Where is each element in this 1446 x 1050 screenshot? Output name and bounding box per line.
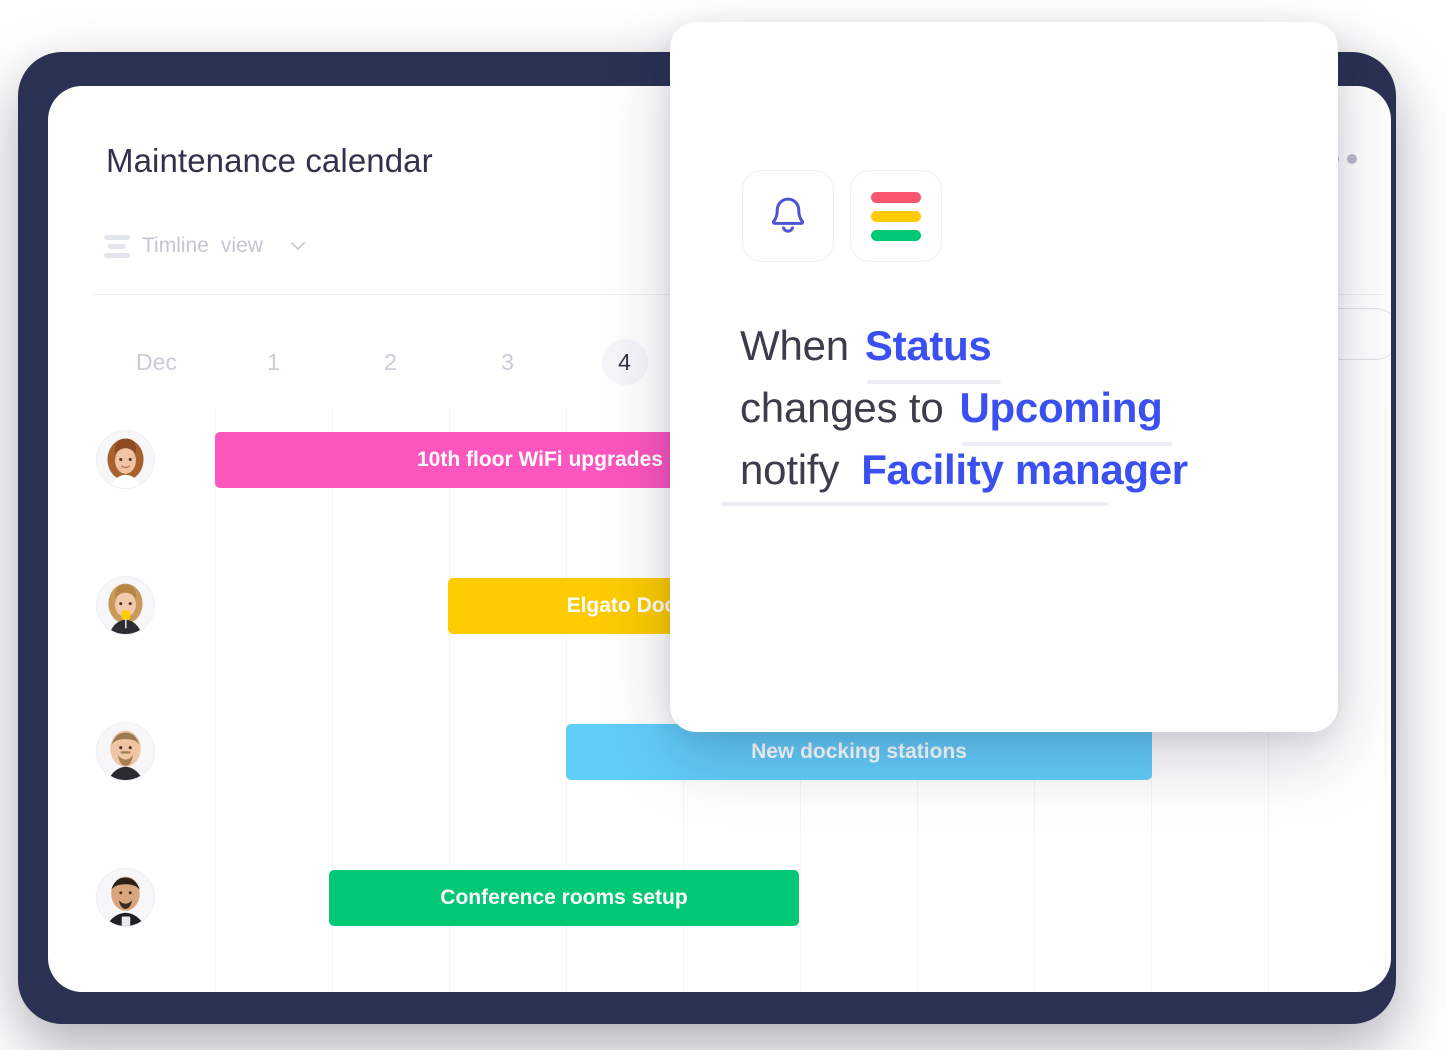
- date-label: 3: [501, 348, 514, 375]
- chevron-down-icon: [291, 242, 305, 250]
- avatar[interactable]: [96, 722, 155, 781]
- status-bars-button[interactable]: [850, 170, 942, 262]
- screenshot-stage: Maintenance calendar Timline view Dec 1: [0, 0, 1446, 1050]
- colored-bars-icon: [871, 191, 921, 241]
- date-cell-4-today[interactable]: 4: [566, 332, 683, 392]
- avatar-man-dark-shirt: [97, 869, 154, 926]
- date-cell-3[interactable]: 3: [449, 332, 566, 392]
- view-switcher-sublabel: view: [220, 234, 263, 257]
- avatar-woman-red-hair: [97, 431, 154, 488]
- avatar-man-beard: [97, 723, 154, 780]
- date-label: 4: [618, 348, 631, 375]
- date-label: Dec: [136, 348, 177, 375]
- date-cell-1[interactable]: 1: [215, 332, 332, 392]
- avatar[interactable]: [96, 430, 155, 489]
- view-switcher-label: Timline: [142, 234, 209, 257]
- automation-line-1: When Status: [740, 322, 1300, 384]
- date-label: 2: [384, 348, 397, 375]
- notification-bell-button[interactable]: [742, 170, 834, 262]
- avatar[interactable]: [96, 576, 155, 635]
- automation-chip-status[interactable]: Status: [865, 322, 1002, 384]
- view-switcher[interactable]: Timline view: [104, 234, 307, 258]
- automation-sentence: When Status changes to Upcoming notify F…: [721, 322, 1300, 508]
- avatar[interactable]: [96, 868, 155, 927]
- date-cell-2[interactable]: 2: [332, 332, 449, 392]
- automation-chip-upcoming[interactable]: Upcoming: [960, 384, 1173, 446]
- automation-trigger-word: When: [740, 322, 849, 369]
- task-label: Conference rooms setup: [440, 886, 688, 909]
- bell-icon: [771, 197, 805, 233]
- task-bar[interactable]: Conference rooms setup: [329, 870, 799, 926]
- task-label: New docking stations: [751, 740, 967, 763]
- automation-chip-facility-manager[interactable]: Facility manager: [721, 446, 1188, 506]
- automation-action-word: notify: [740, 446, 840, 493]
- task-bar[interactable]: New docking stations: [566, 724, 1152, 780]
- automation-line-3: notify Facility manager: [721, 446, 1300, 506]
- automation-line-2: changes to Upcoming: [740, 384, 1300, 446]
- date-cell-dec[interactable]: Dec: [98, 332, 215, 392]
- automation-recipe-modal: When Status changes to Upcoming notify F…: [670, 22, 1338, 732]
- automation-condition-word: changes to: [740, 384, 944, 431]
- avatar-woman-blonde: [97, 577, 154, 634]
- list-view-icon: [104, 234, 130, 258]
- date-label: 1: [267, 348, 280, 375]
- page-title: Maintenance calendar: [106, 142, 433, 179]
- task-label: 10th floor WiFi upgrades: [417, 448, 663, 471]
